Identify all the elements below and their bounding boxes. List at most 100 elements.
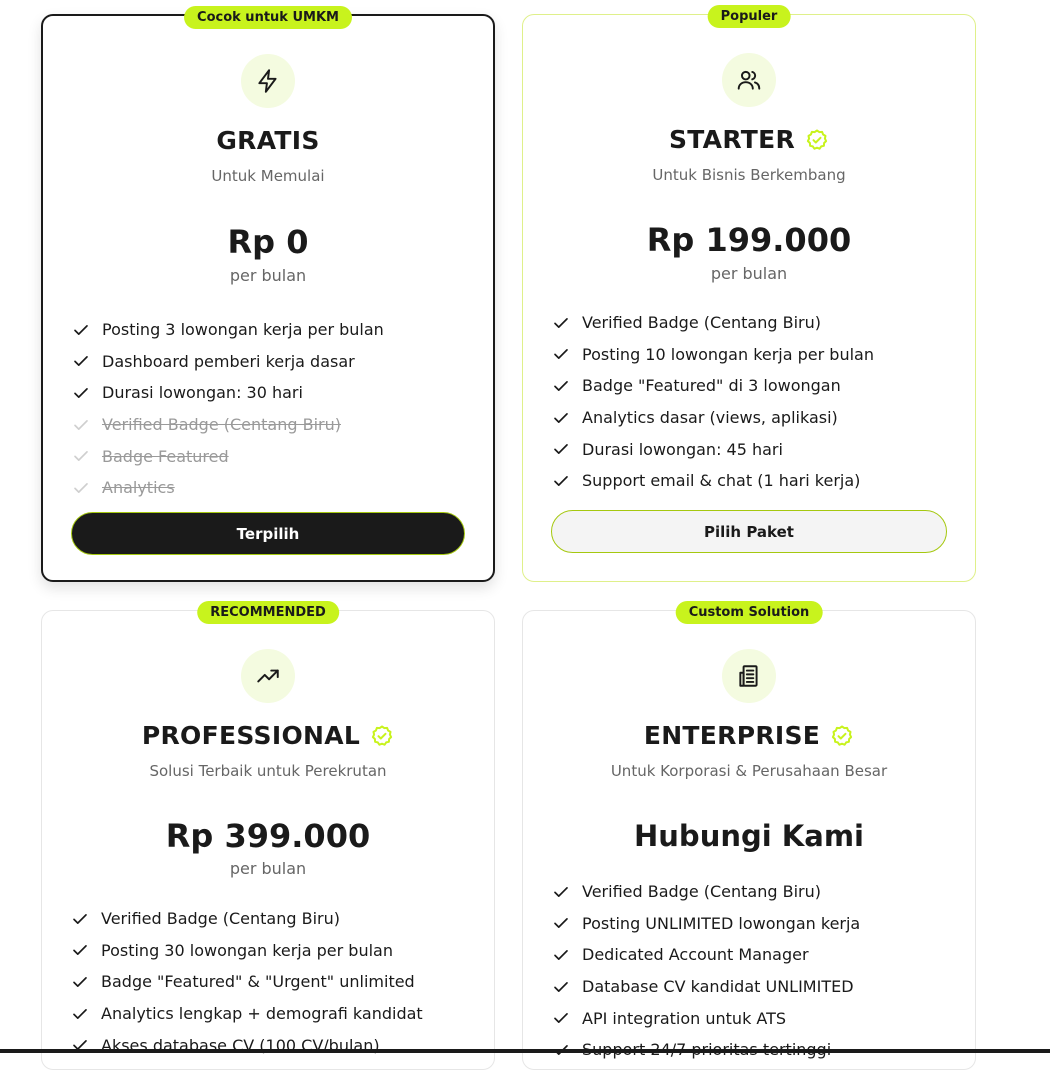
feature-item: API integration untuk ATS <box>552 1002 955 1034</box>
feature-text: Verified Badge (Centang Biru) <box>102 415 341 434</box>
check-icon <box>72 352 102 370</box>
feature-item: Badge Featured <box>72 440 473 472</box>
lightning-icon <box>241 54 295 108</box>
feature-item: Posting 30 lowongan kerja per bulan <box>71 935 474 967</box>
check-icon <box>71 941 101 959</box>
plan-badge: Custom Solution <box>676 601 823 624</box>
feature-list: Verified Badge (Centang Biru) Posting UNL… <box>552 876 955 1066</box>
check-icon <box>552 314 582 332</box>
plan-price: Hubungi Kami <box>523 819 975 853</box>
feature-text: Badge "Featured" di 3 lowongan <box>582 376 841 395</box>
feature-list: Verified Badge (Centang Biru) Posting 10 … <box>552 307 955 497</box>
check-icon <box>72 384 102 402</box>
feature-text: Posting UNLIMITED lowongan kerja <box>582 914 860 933</box>
plan-card-enterprise: Custom Solution ENTERPRISE Untuk Korpora… <box>522 610 976 1070</box>
feature-text: Posting 3 lowongan kerja per bulan <box>102 320 384 339</box>
plan-subtitle: Untuk Bisnis Berkembang <box>523 166 975 184</box>
feature-item: Posting UNLIMITED lowongan kerja <box>552 908 955 940</box>
feature-item: Analytics <box>72 472 473 504</box>
feature-item: Badge "Featured" & "Urgent" unlimited <box>71 966 474 998</box>
feature-item: Verified Badge (Centang Biru) <box>552 876 955 908</box>
check-icon <box>71 1005 101 1023</box>
building-icon <box>722 649 776 703</box>
feature-text: Analytics dasar (views, aplikasi) <box>582 408 838 427</box>
feature-item: Analytics dasar (views, aplikasi) <box>552 402 955 434</box>
feature-text: Analytics <box>102 478 175 497</box>
plan-badge: RECOMMENDED <box>197 601 339 624</box>
feature-item: Posting 10 lowongan kerja per bulan <box>552 339 955 371</box>
plan-period: per bulan <box>523 264 975 283</box>
check-icon <box>552 377 582 395</box>
feature-item: Database CV kandidat UNLIMITED <box>552 971 955 1003</box>
plan-badge: Populer <box>708 5 791 28</box>
feature-text: Badge Featured <box>102 447 229 466</box>
plan-subtitle: Solusi Terbaik untuk Perekrutan <box>42 762 494 780</box>
plan-title: ENTERPRISE <box>644 721 820 750</box>
plan-title: STARTER <box>669 125 795 154</box>
feature-item: Akses database CV (100 CV/bulan) <box>71 1029 474 1061</box>
plan-subtitle: Untuk Korporasi & Perusahaan Besar <box>523 762 975 780</box>
feature-list: Verified Badge (Centang Biru) Posting 30 … <box>71 903 474 1061</box>
feature-item: Dedicated Account Manager <box>552 939 955 971</box>
check-icon <box>71 910 101 928</box>
plan-title: GRATIS <box>216 126 319 155</box>
plan-price: Rp 199.000 <box>523 221 975 259</box>
check-icon <box>71 973 101 991</box>
plan-title: PROFESSIONAL <box>142 721 360 750</box>
feature-item: Badge "Featured" di 3 lowongan <box>552 370 955 402</box>
selected-plan-button[interactable]: Terpilih <box>71 512 465 555</box>
feature-item: Verified Badge (Centang Biru) <box>552 307 955 339</box>
plan-price: Rp 399.000 <box>42 817 494 855</box>
feature-text: Dedicated Account Manager <box>582 945 809 964</box>
check-icon <box>552 1009 582 1027</box>
feature-text: Durasi lowongan: 45 hari <box>582 440 783 459</box>
check-icon <box>552 914 582 932</box>
bottom-edge-bar <box>0 1049 1050 1053</box>
feature-item: Posting 3 lowongan kerja per bulan <box>72 314 473 346</box>
feature-text: Support email & chat (1 hari kerja) <box>582 471 860 490</box>
feature-list: Posting 3 lowongan kerja per bulan Dashbo… <box>72 314 473 504</box>
feature-item: Support email & chat (1 hari kerja) <box>552 465 955 497</box>
feature-text: Dashboard pemberi kerja dasar <box>102 352 355 371</box>
choose-plan-button[interactable]: Pilih Paket <box>551 510 947 553</box>
feature-item: Verified Badge (Centang Biru) <box>71 903 474 935</box>
plan-period: per bulan <box>42 859 494 878</box>
plan-card-gratis: Cocok untuk UMKM GRATIS Untuk Memulai Rp… <box>41 14 495 582</box>
check-icon <box>72 479 102 497</box>
feature-text: Verified Badge (Centang Biru) <box>101 909 340 928</box>
feature-text: Verified Badge (Centang Biru) <box>582 882 821 901</box>
check-icon <box>72 447 102 465</box>
check-icon <box>552 946 582 964</box>
feature-text: Badge "Featured" & "Urgent" unlimited <box>101 972 415 991</box>
feature-text: API integration untuk ATS <box>582 1009 786 1028</box>
plan-badge: Cocok untuk UMKM <box>184 6 352 29</box>
feature-item: Dashboard pemberi kerja dasar <box>72 346 473 378</box>
feature-text: Verified Badge (Centang Biru) <box>582 313 821 332</box>
feature-text: Posting 30 lowongan kerja per bulan <box>101 941 393 960</box>
users-icon <box>722 53 776 107</box>
plan-subtitle: Untuk Memulai <box>43 167 493 185</box>
feature-item: Verified Badge (Centang Biru) <box>72 409 473 441</box>
check-icon <box>72 416 102 434</box>
feature-text: Posting 10 lowongan kerja per bulan <box>582 345 874 364</box>
feature-text: Durasi lowongan: 30 hari <box>102 383 303 402</box>
plan-card-starter: Populer STARTER Untuk Bisnis Berkembang … <box>522 14 976 582</box>
verified-badge-icon <box>830 724 854 748</box>
check-icon <box>552 440 582 458</box>
plan-card-professional: RECOMMENDED PROFESSIONAL Solusi Terbaik … <box>41 610 495 1070</box>
check-icon <box>552 345 582 363</box>
check-icon <box>552 883 582 901</box>
plan-price: Rp 0 <box>43 223 493 261</box>
feature-text: Analytics lengkap + demografi kandidat <box>101 1004 423 1023</box>
verified-badge-icon <box>805 128 829 152</box>
check-icon <box>552 472 582 490</box>
feature-item: Durasi lowongan: 30 hari <box>72 377 473 409</box>
check-icon <box>552 409 582 427</box>
check-icon <box>552 978 582 996</box>
verified-badge-icon <box>370 724 394 748</box>
check-icon <box>72 321 102 339</box>
plan-period: per bulan <box>43 266 493 285</box>
feature-item: Durasi lowongan: 45 hari <box>552 433 955 465</box>
feature-text: Database CV kandidat UNLIMITED <box>582 977 854 996</box>
feature-item: Analytics lengkap + demografi kandidat <box>71 998 474 1030</box>
